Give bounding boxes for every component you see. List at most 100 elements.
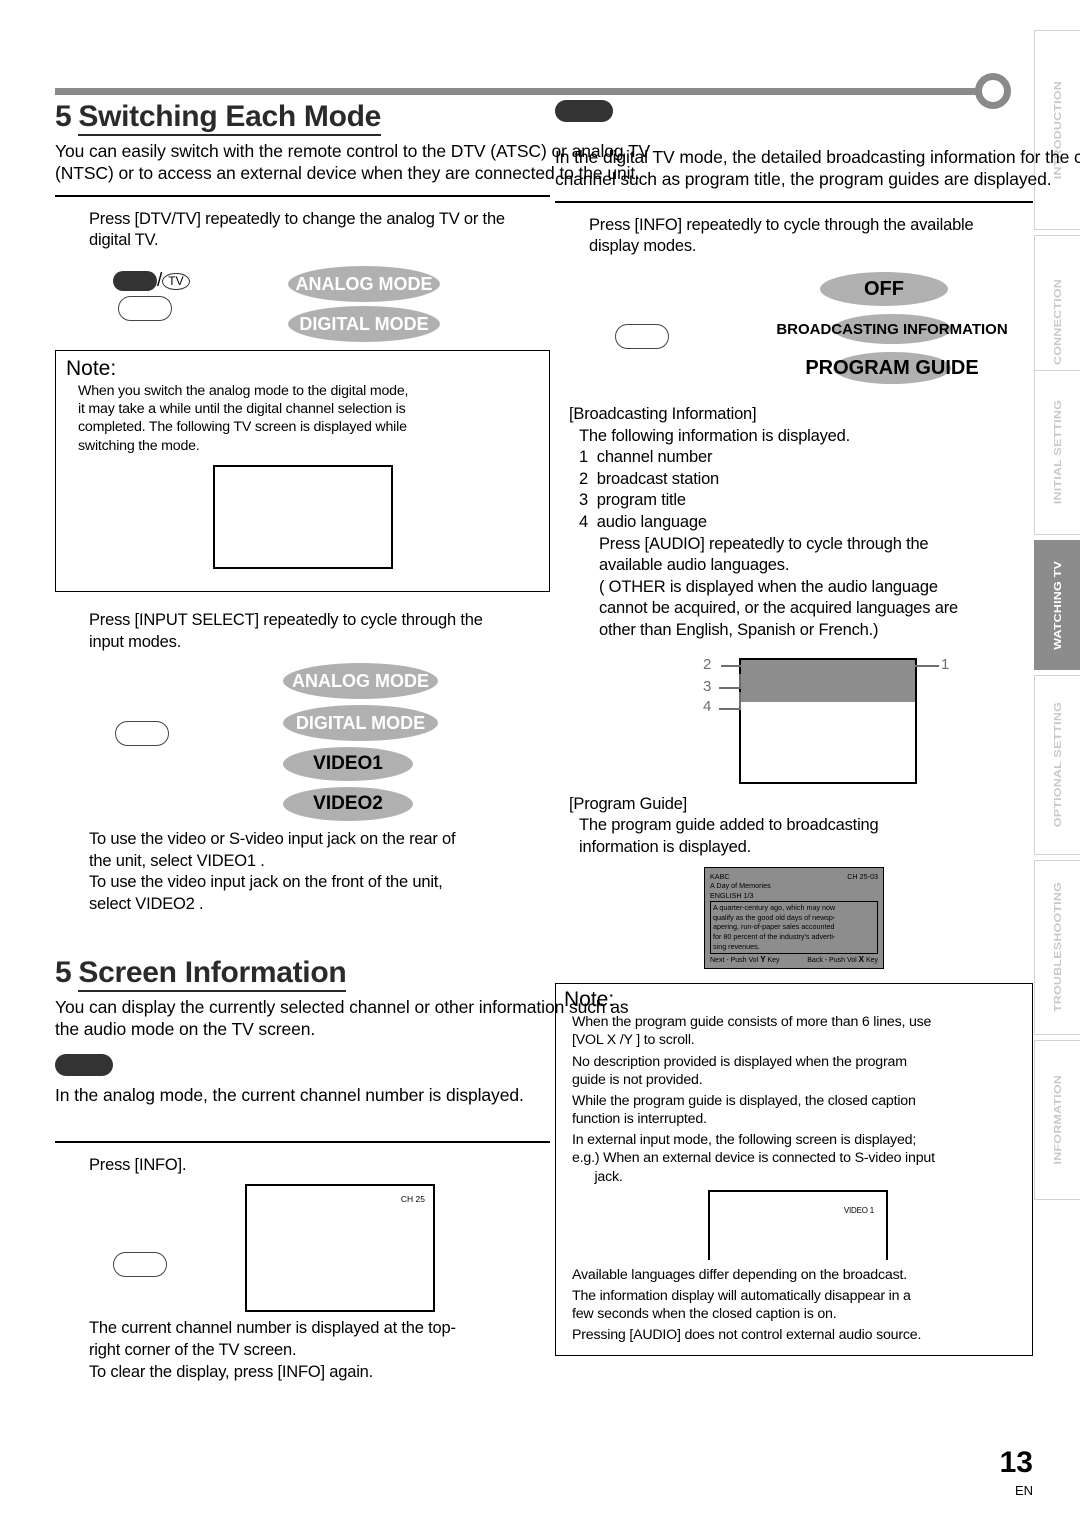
- callout-leader-4a: [719, 707, 741, 710]
- note-line: Available languages differ depending on …: [572, 1266, 907, 1283]
- audio-note-line: available audio languages.: [599, 556, 790, 575]
- tv-button-label: TV: [162, 272, 190, 290]
- info-button-diagram: CH 25: [55, 1184, 550, 1313]
- tv-screen-mock-blank: [212, 464, 393, 569]
- ellipse-label: DIGITAL MODE: [299, 313, 429, 334]
- divider: [555, 200, 1033, 203]
- dtv-tv-button-row[interactable]: / TV: [113, 270, 190, 292]
- pg-next-hint: Next - Push Vol Y Key: [710, 955, 780, 966]
- intro-line-2: channel such as program title, the progr…: [555, 169, 1052, 190]
- note-box-switching: Note: When you switch the analog mode to…: [55, 350, 550, 592]
- program-guide-screen-wrapper: KABC CH 25-03 A Day of Memories ENGLISH …: [555, 866, 1033, 970]
- sidebar-tab-optional-setting[interactable]: OPTIONAL SETTING: [1034, 675, 1080, 855]
- pg-desc-line: apering, run-of-paper sales accounted: [713, 922, 835, 932]
- broadcasting-heading: [Broadcasting Information]: [569, 405, 757, 423]
- sidebar-tab-watching-tv[interactable]: WATCHING TV: [1034, 540, 1080, 670]
- input-select-diagram: ANALOG MODE DIGITAL MODE VIDEO1 VIDEO2: [55, 663, 550, 823]
- section-number: 5: [55, 100, 72, 133]
- item-text: broadcast station: [596, 469, 720, 488]
- page-title-screen-information: 5 Screen Information: [55, 955, 550, 992]
- callout-leader-3b: [739, 673, 741, 689]
- ellipse-label: ANALOG MODE: [292, 670, 429, 691]
- dtv-button-icon[interactable]: [113, 271, 157, 291]
- pg-desc-line: qualify as the good old days of newsp-: [713, 912, 836, 922]
- chapter-tabs-sidebar: INTRODUCTION CONNECTION INITIAL SETTING …: [1030, 30, 1080, 1210]
- ellipse-digital-mode: DIGITAL MODE: [288, 306, 440, 342]
- info-button-icon[interactable]: [615, 324, 669, 349]
- step-dtv-tv-instruction: Press [DTV/TV] repeatedly to change the …: [89, 209, 505, 250]
- pg-header-row: KABC CH 25-03: [710, 872, 878, 882]
- item-number: 2: [579, 469, 588, 488]
- callout-leader-1: [915, 664, 939, 667]
- pg-back-suffix: Key: [865, 956, 878, 964]
- section-title: Switching Each Mode: [78, 100, 381, 136]
- note-line: jack.: [572, 1168, 623, 1185]
- ellipse-input-digital-mode: DIGITAL MODE: [283, 705, 438, 742]
- sidebar-tab-introduction[interactable]: INTRODUCTION: [1034, 30, 1080, 230]
- note-line: few seconds when the closed caption is o…: [572, 1306, 837, 1323]
- sidebar-tab-label: WATCHING TV: [1052, 560, 1063, 650]
- note-paragraph: In external input mode, the following sc…: [572, 1131, 1024, 1186]
- note-line: When you switch the analog mode to the d…: [78, 383, 409, 399]
- dtv-tv-button-diagram: / TV ANALOG MODE DIGITAL MODE: [55, 266, 550, 346]
- audio-note-line: cannot be acquired, or the acquired lang…: [599, 599, 958, 618]
- note-paragraph: No description provided is displayed whe…: [572, 1053, 1024, 1089]
- note-line: e.g.) When an external device is connect…: [572, 1150, 935, 1167]
- input-select-button-icon[interactable]: [115, 721, 169, 747]
- pg-desc-line: for 80 percent of the industry's adverti…: [713, 932, 836, 942]
- audio-note-line: Press [AUDIO] repeatedly to cycle throug…: [599, 534, 929, 553]
- pg-next-suffix: Key: [767, 956, 780, 964]
- sidebar-tab-initial-setting[interactable]: INITIAL SETTING: [1034, 370, 1080, 535]
- tv-screen-mock-video1: VIDEO 1: [708, 1189, 888, 1260]
- step-press-info: Press [INFO].: [89, 1155, 187, 1174]
- note-paragraph: While the program guide is displayed, th…: [572, 1092, 1024, 1128]
- sidebar-tab-label: TROUBLESHOOTING: [1052, 882, 1063, 1013]
- note-title: Note:: [66, 357, 117, 380]
- tv-screen-mock-broadcast: [739, 657, 917, 784]
- ellipse-off: OFF: [820, 272, 948, 306]
- analog-mode-subhead: In the analog mode, the current channel …: [55, 1085, 524, 1106]
- ellipse-analog-mode: ANALOG MODE: [288, 266, 440, 302]
- section1-intro: You can easily switch with the remote co…: [55, 140, 650, 185]
- callout-number-3: 3: [703, 677, 712, 695]
- note-title: Note:: [564, 988, 615, 1012]
- pg-next-text: Next - Push Vol: [710, 956, 759, 964]
- section2-intro: You can display the currently selected c…: [55, 996, 629, 1041]
- ellipse-video2: VIDEO2: [283, 787, 413, 822]
- header-rule: [55, 88, 985, 95]
- remote-button-outline-icon[interactable]: [118, 296, 172, 321]
- note-paragraph: When the program guide consists of more …: [572, 1013, 1024, 1049]
- note-line: [VOL X /Y ] to scroll.: [572, 1032, 695, 1049]
- audio-note-line: other than English, Spanish or French.): [599, 621, 879, 640]
- item-text: program title: [596, 491, 686, 510]
- ellipse-label: PROGRAM GUIDE: [805, 356, 979, 379]
- divider: [55, 1140, 550, 1143]
- broadcasting-item: 1 channel number: [579, 447, 1033, 469]
- note-line: While the program guide is displayed, th…: [572, 1092, 916, 1109]
- intro-line-2: the audio mode on the TV screen.: [55, 1019, 316, 1040]
- ellipse-label: BROADCASTING INFORMATION: [776, 320, 1008, 338]
- right-intro: In the digital TV mode, the detailed bro…: [555, 146, 1080, 191]
- pg-desc-line: sing revenues.: [713, 941, 760, 951]
- note-line: function is interrupted.: [572, 1111, 707, 1128]
- pg-desc-line: A quarter-century ago, which may now: [713, 903, 836, 913]
- sidebar-tab-troubleshooting[interactable]: TROUBLESHOOTING: [1034, 860, 1080, 1035]
- callout-leader-3a: [719, 686, 741, 689]
- callout-leader-4b: [739, 691, 741, 710]
- audio-note-line: ( OTHER is displayed when the audio lang…: [599, 577, 938, 596]
- intro-line-1: You can display the currently selected c…: [55, 996, 629, 1017]
- info-button-icon[interactable]: [113, 1252, 167, 1278]
- section-number: 5: [55, 955, 72, 989]
- explanation-line: right corner of the TV screen.: [89, 1341, 297, 1360]
- item-number: 3: [579, 491, 588, 510]
- intro-line-2: (NTSC) or to access an external device w…: [55, 163, 640, 184]
- item-number: 4: [579, 513, 588, 532]
- pg-station: KABC: [710, 871, 730, 881]
- analog-mode-marker: [55, 1054, 550, 1077]
- note-line: No description provided is displayed whe…: [572, 1053, 907, 1070]
- pg-channel: CH 25-03: [847, 871, 878, 881]
- sidebar-tab-information[interactable]: INFORMATION: [1034, 1040, 1080, 1200]
- program-guide-heading: [Program Guide]: [569, 794, 688, 813]
- note-paragraph: Available languages differ depending on …: [572, 1266, 1024, 1284]
- mode-marker-icon: [55, 1054, 113, 1077]
